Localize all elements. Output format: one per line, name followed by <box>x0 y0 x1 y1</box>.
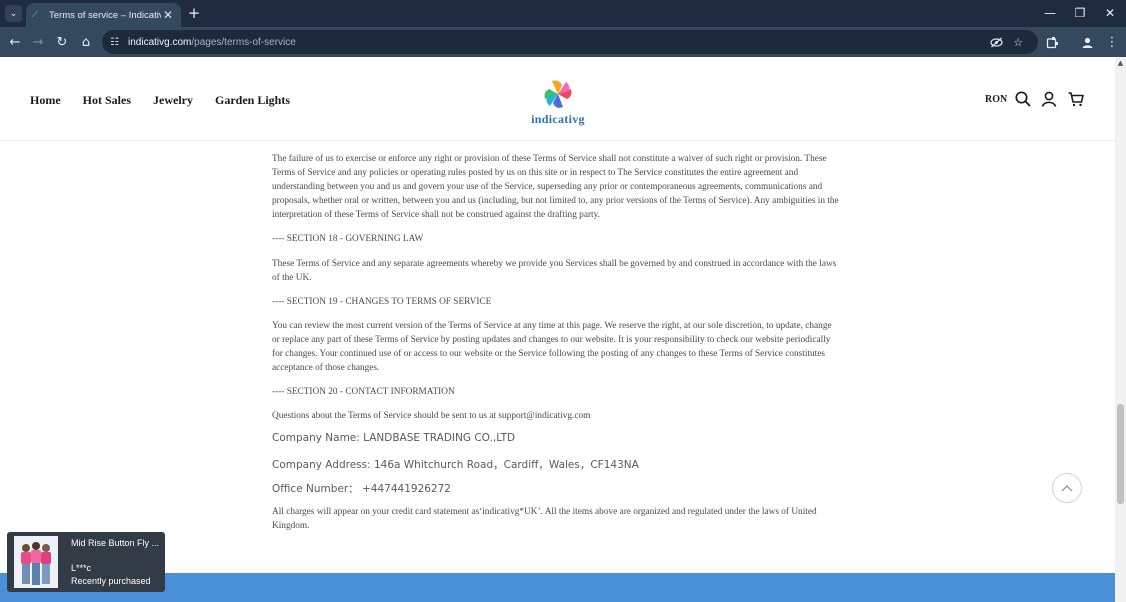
section-20-heading: ---- SECTION 20 - CONTACT INFORMATION <box>272 387 455 397</box>
site-logo[interactable]: indicativg <box>528 79 588 127</box>
site-header: Home Hot Sales Jewelry Garden Lights ind… <box>0 57 1115 141</box>
chevron-up-icon <box>1061 485 1073 492</box>
reload-icon[interactable]: ↻ <box>53 33 71 51</box>
tab-title: Terms of service – Indicativg <box>49 9 161 21</box>
search-icon[interactable] <box>1014 90 1032 108</box>
back-arrow-icon[interactable]: ← <box>6 33 24 51</box>
eye-off-icon[interactable] <box>988 34 1004 50</box>
paragraph-changes: You can review the most current version … <box>272 321 832 373</box>
product-thumbnail[interactable] <box>14 536 58 588</box>
scroll-up-arrow-icon[interactable]: ▲ <box>1115 59 1126 69</box>
paragraph-severability: The failure of us to exercise or enforce… <box>272 154 839 220</box>
logo-text: indicativg <box>531 112 585 126</box>
section-19-heading: ---- SECTION 19 - CHANGES TO TERMS OF SE… <box>272 297 492 307</box>
close-window-button[interactable]: ✕ <box>1100 4 1120 22</box>
minimize-window-button[interactable]: — <box>1040 4 1060 22</box>
profile-icon[interactable] <box>1078 33 1096 51</box>
popup-buyer: L***c <box>71 563 92 573</box>
tab-close-icon[interactable]: ✕ <box>161 8 175 22</box>
new-tab-button[interactable]: + <box>186 4 202 22</box>
footer-band <box>0 573 1115 602</box>
office-number: Office Number： +447441926272 <box>272 483 451 495</box>
browser-tab-bar: ⌄ ⟋ Terms of service – Indicativg ✕ + — … <box>0 0 1126 27</box>
company-address: Company Address: 146a Whitchurch Road，Ca… <box>272 459 639 471</box>
url-path: /pages/terms-of-service <box>191 36 296 48</box>
url-host: indicativg.com <box>128 36 192 48</box>
paragraph-charges: All charges will appear on your credit c… <box>272 507 817 531</box>
favicon-icon: ⟋ <box>32 10 39 20</box>
site-info-icon[interactable]: ☷ <box>110 37 124 48</box>
web-page: Home Hot Sales Jewelry Garden Lights ind… <box>0 57 1115 602</box>
section-18-heading: ---- SECTION 18 - GOVERNING LAW <box>272 234 424 244</box>
main-navigation: Home Hot Sales Jewelry Garden Lights <box>30 93 290 108</box>
cart-icon[interactable] <box>1067 90 1085 108</box>
nav-link-hot-sales[interactable]: Hot Sales <box>83 93 131 108</box>
back-to-top-button[interactable] <box>1052 473 1082 503</box>
address-bar[interactable]: ☷ indicativg.com/pages/terms-of-service … <box>102 30 1038 54</box>
browser-menu-icon[interactable]: ⋮ <box>1103 33 1121 51</box>
account-icon[interactable] <box>1040 90 1058 108</box>
tab-search-dropdown-icon[interactable]: ⌄ <box>5 5 22 22</box>
extensions-icon[interactable] <box>1043 33 1061 51</box>
popup-status: Recently purchased <box>71 576 151 586</box>
popup-product-name[interactable]: Mid Rise Button Fly ... <box>71 538 161 548</box>
logo-pinwheel-icon <box>544 80 572 108</box>
scrollbar-thumb[interactable] <box>1117 404 1124 504</box>
paragraph-governing-law: These Terms of Service and any separate … <box>272 259 837 283</box>
recent-purchase-popup[interactable]: Mid Rise Button Fly ... L***c Recently p… <box>7 532 165 592</box>
home-icon[interactable]: ⌂ <box>77 33 95 51</box>
nav-link-jewelry[interactable]: Jewelry <box>153 93 193 108</box>
page-scrollbar[interactable]: ▲ <box>1115 57 1126 602</box>
nav-link-garden-lights[interactable]: Garden Lights <box>215 93 290 108</box>
forward-arrow-icon[interactable]: → <box>29 33 47 51</box>
paragraph-contact: Questions about the Terms of Service sho… <box>272 411 591 421</box>
restore-window-button[interactable]: ❐ <box>1070 4 1090 22</box>
bookmark-star-icon[interactable]: ☆ <box>1010 34 1026 50</box>
browser-tab-active[interactable]: ⟋ Terms of service – Indicativg ✕ <box>26 3 181 27</box>
company-name: Company Name: LANDBASE TRADING CO.,LTD <box>272 432 516 444</box>
currency-selector[interactable]: RON <box>985 94 1007 105</box>
nav-link-home[interactable]: Home <box>30 93 61 108</box>
browser-toolbar: ← → ↻ ⌂ ☷ indicativg.com/pages/terms-of-… <box>0 27 1126 57</box>
